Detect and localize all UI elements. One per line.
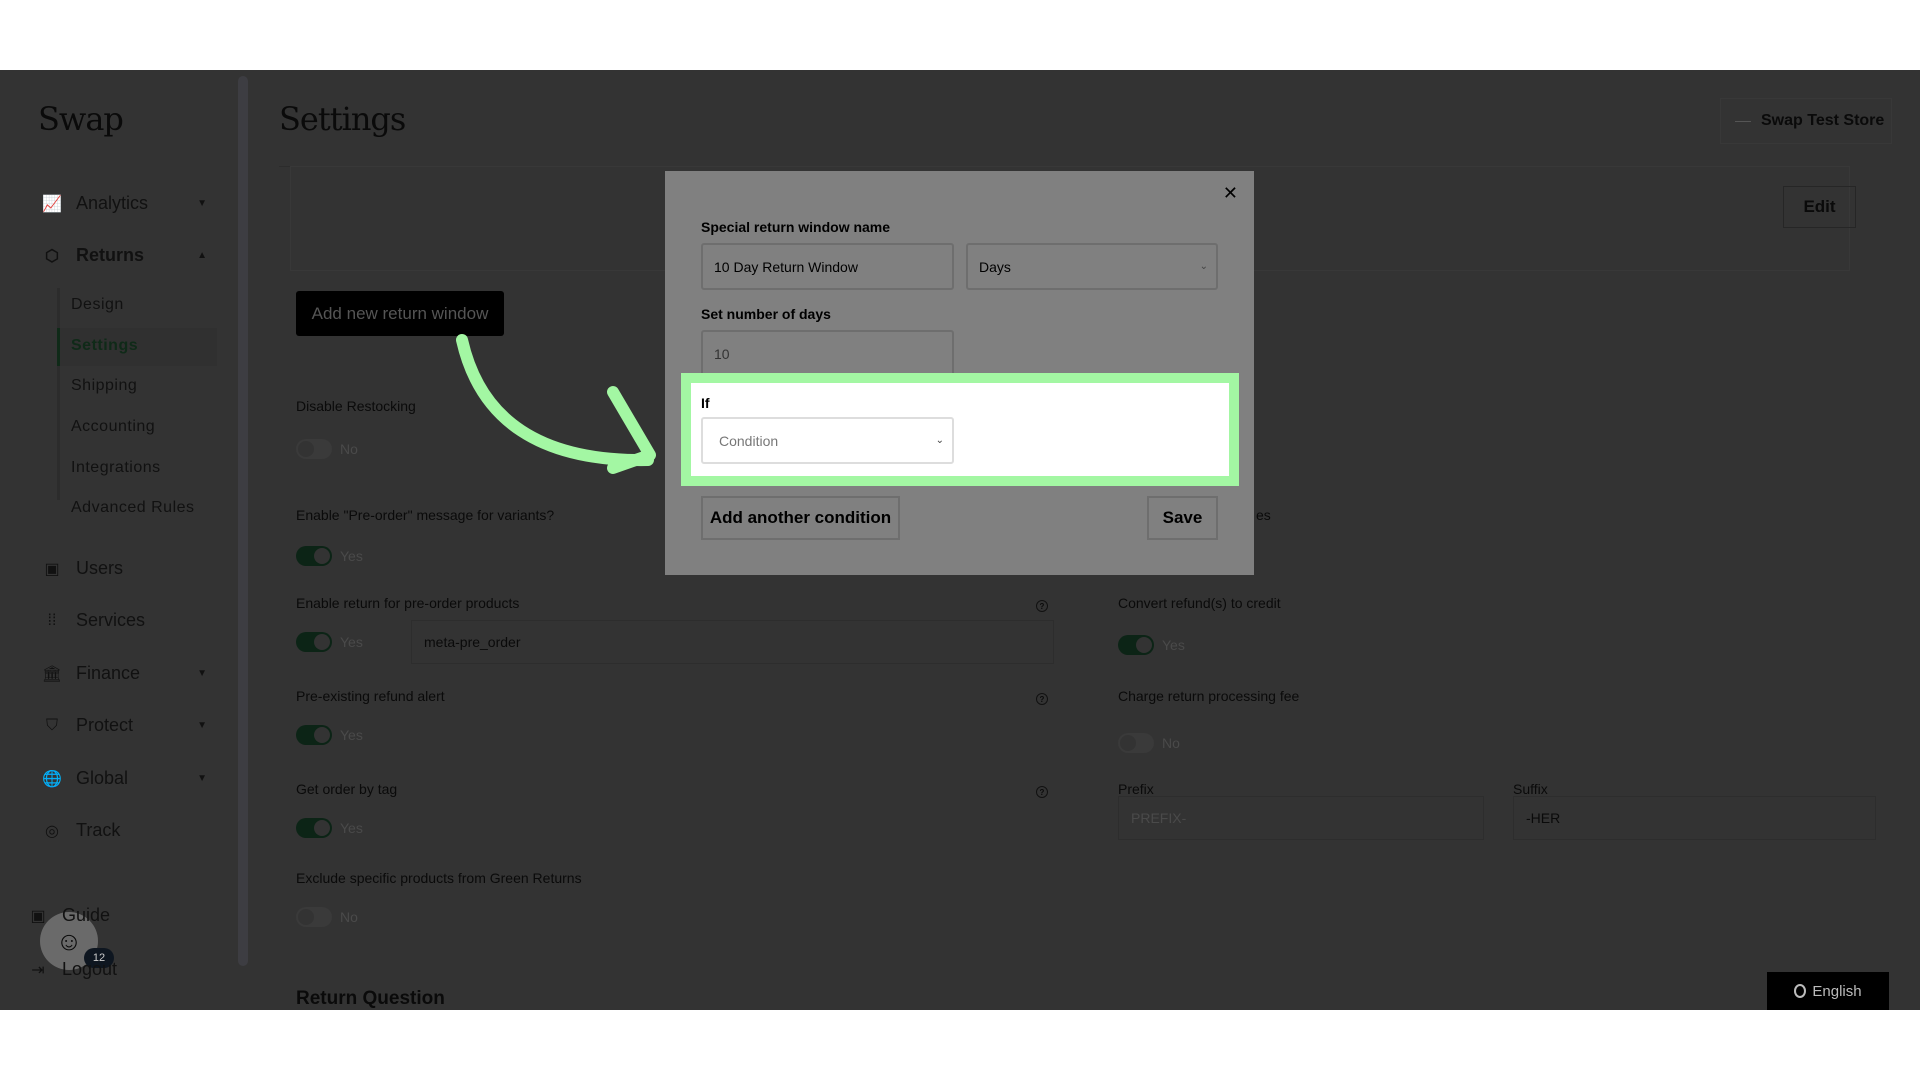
globe-icon: 🌐 bbox=[42, 770, 62, 788]
chevron-down-icon: ⌄ bbox=[935, 435, 944, 446]
sidebar: Swap 📈 Analytics ▼ ⬡ Returns ▲ Design Settin… bbox=[0, 70, 240, 1010]
sidebar-sub-settings[interactable]: Settings bbox=[71, 337, 138, 355]
section-heading: Return Question bbox=[296, 988, 445, 1009]
chart-icon: 📈 bbox=[42, 195, 62, 213]
save-button[interactable]: Save bbox=[1147, 496, 1218, 540]
toggle-exclude-green[interactable] bbox=[296, 907, 332, 927]
setting-label: Pre-existing refund alert bbox=[296, 688, 445, 704]
help-icon[interactable]: ? bbox=[1036, 693, 1048, 705]
sidebar-item-analytics[interactable]: 📈 Analytics ▼ bbox=[42, 193, 207, 214]
window-name-input[interactable]: 10 Day Return Window bbox=[701, 243, 954, 290]
if-label: If bbox=[701, 395, 710, 411]
sidebar-sub-design[interactable]: Design bbox=[71, 296, 124, 314]
sidebar-item-finance[interactable]: 🏛 Finance ▼ bbox=[42, 663, 207, 684]
setting-label: Disable Restocking bbox=[296, 398, 416, 414]
name-label: Special return window name bbox=[701, 219, 891, 235]
condition-select[interactable]: Condition ⌄ bbox=[701, 417, 954, 464]
logout-icon: ⇥ bbox=[31, 961, 45, 979]
toggle-disable-restocking[interactable] bbox=[296, 439, 332, 459]
box-icon: ⬡ bbox=[45, 247, 59, 265]
prefix-label: Prefix bbox=[1118, 781, 1154, 797]
preorder-tag-input[interactable]: meta-pre_order bbox=[411, 620, 1054, 664]
setting-label: Charge return processing fee bbox=[1118, 688, 1300, 704]
toggle-order-by-tag[interactable] bbox=[296, 818, 332, 838]
bank-icon: 🏛 bbox=[41, 665, 63, 683]
setting-label-partial: es bbox=[1256, 507, 1271, 523]
sidebar-sub-shipping[interactable]: Shipping bbox=[71, 377, 137, 395]
dash-icon bbox=[1735, 120, 1751, 122]
toggle-value: No bbox=[340, 441, 358, 457]
guide-icon: ▣ bbox=[30, 907, 46, 925]
toggle-value: Yes bbox=[340, 548, 363, 564]
sidebar-sub-accounting[interactable]: Accounting bbox=[71, 418, 155, 436]
sidebar-item-users[interactable]: ▣ Users bbox=[42, 558, 207, 579]
sidebar-item-returns[interactable]: ⬡ Returns ▲ bbox=[42, 245, 207, 266]
help-icon[interactable]: ? bbox=[1036, 786, 1048, 798]
toggle-value: No bbox=[340, 909, 358, 925]
toggle-preorder-message[interactable] bbox=[296, 546, 332, 566]
submenu-bar bbox=[57, 288, 60, 500]
toggle-value: Yes bbox=[340, 634, 363, 650]
grid-icon: ⁞⁞ bbox=[47, 611, 57, 629]
sidebar-scrollbar[interactable] bbox=[238, 76, 248, 966]
edit-button[interactable]: Edit bbox=[1783, 186, 1856, 228]
globe-icon bbox=[1794, 984, 1807, 998]
days-input[interactable]: 10 bbox=[701, 330, 954, 377]
setting-label: Exclude specific products from Green Ret… bbox=[296, 870, 582, 886]
chevron-up-icon: ▲ bbox=[197, 250, 207, 261]
page-title: Settings bbox=[279, 100, 406, 138]
add-another-condition-button[interactable]: Add another condition bbox=[701, 496, 900, 540]
suffix-input[interactable]: -HER bbox=[1513, 796, 1876, 840]
shield-icon: ⛉ bbox=[45, 716, 58, 734]
tutorial-highlight: If Condition ⌄ bbox=[681, 373, 1239, 486]
toggle-processing-fee[interactable] bbox=[1118, 733, 1154, 753]
sidebar-item-services[interactable]: ⁞⁞ Services bbox=[42, 610, 207, 631]
toggle-value: Yes bbox=[340, 727, 363, 743]
toggle-value: No bbox=[1162, 735, 1180, 751]
chevron-down-icon: ⌄ bbox=[1199, 261, 1208, 272]
toggle-convert-credit[interactable] bbox=[1118, 635, 1154, 655]
logo: Swap bbox=[38, 100, 124, 138]
close-icon[interactable]: ✕ bbox=[1223, 183, 1238, 204]
sidebar-item-track[interactable]: ◎ Track bbox=[42, 820, 207, 841]
sidebar-item-global[interactable]: 🌐 Global ▼ bbox=[42, 768, 207, 789]
track-icon: ◎ bbox=[45, 822, 59, 840]
face-icon: ☺ bbox=[55, 925, 83, 956]
setting-label: Get order by tag bbox=[296, 781, 398, 797]
store-selector[interactable]: Swap Test Store bbox=[1720, 98, 1892, 144]
toggle-value: Yes bbox=[340, 820, 363, 836]
sidebar-item-logout[interactable]: ⇥ Logout bbox=[28, 959, 193, 980]
sidebar-sub-integrations[interactable]: Integrations bbox=[71, 459, 161, 477]
add-new-return-window-button[interactable]: Add new return window bbox=[296, 291, 504, 336]
chevron-down-icon: ▼ bbox=[197, 198, 207, 209]
suffix-label: Suffix bbox=[1513, 781, 1548, 797]
chevron-down-icon: ▼ bbox=[197, 720, 207, 731]
sidebar-item-protect[interactable]: ⛉ Protect ▼ bbox=[42, 715, 207, 736]
prefix-input[interactable]: PREFIX- bbox=[1118, 796, 1484, 840]
setting-label: Convert refund(s) to credit bbox=[1118, 595, 1281, 611]
unit-select[interactable]: Days ⌄ bbox=[966, 243, 1218, 290]
toggle-refund-alert[interactable] bbox=[296, 725, 332, 745]
sidebar-sub-advanced-rules[interactable]: Advanced Rules bbox=[71, 499, 195, 517]
toggle-return-preorder[interactable] bbox=[296, 632, 332, 652]
sidebar-item-guide[interactable]: ▣ Guide bbox=[28, 905, 193, 926]
language-button[interactable]: English bbox=[1767, 972, 1889, 1010]
chevron-down-icon: ▼ bbox=[197, 773, 207, 784]
chevron-down-icon: ▼ bbox=[197, 668, 207, 679]
setting-label: Enable return for pre-order products bbox=[296, 595, 520, 611]
toggle-value: Yes bbox=[1162, 637, 1185, 653]
days-label: Set number of days bbox=[701, 306, 831, 322]
help-icon[interactable]: ? bbox=[1036, 600, 1048, 612]
user-card-icon: ▣ bbox=[44, 560, 60, 578]
setting-label: Enable "Pre-order" message for variants? bbox=[296, 507, 555, 523]
